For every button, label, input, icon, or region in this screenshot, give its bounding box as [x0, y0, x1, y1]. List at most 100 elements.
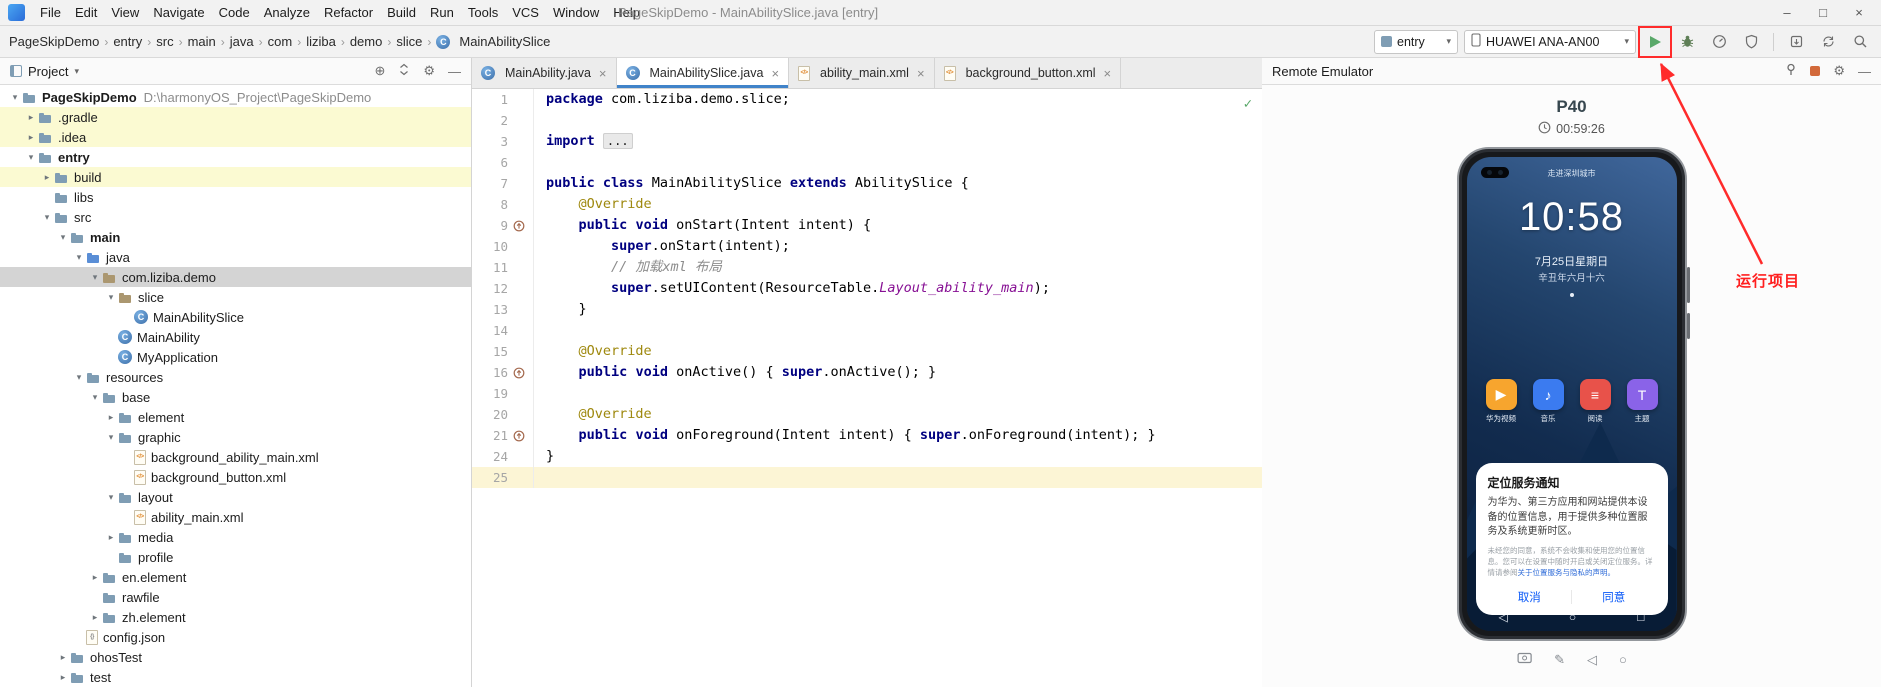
capture-icon[interactable]: [1516, 651, 1532, 668]
code-line[interactable]: 7 public class MainAbilitySlice extends A…: [472, 173, 1262, 194]
inspection-ok-icon[interactable]: ✓: [1244, 94, 1252, 115]
tree-item-pageskipdemo[interactable]: ▾ PageSkipDemo D:\harmonyOS_Project\PageSk…: [0, 87, 471, 107]
chevron-right-icon[interactable]: ▸: [88, 572, 102, 583]
breadcrumb-item-slice[interactable]: slice: [393, 34, 425, 49]
close-icon[interactable]: ×: [1841, 0, 1877, 25]
code-line[interactable]: 16 public void onActive() { super.onActi…: [472, 362, 1262, 383]
tree-item-profile[interactable]: profile: [0, 547, 471, 567]
tree-item-test[interactable]: ▸ test: [0, 667, 471, 687]
code-line[interactable]: 25: [472, 467, 1262, 488]
chevron-down-icon[interactable]: ▾: [104, 292, 118, 303]
tree-item-layout[interactable]: ▾ layout: [0, 487, 471, 507]
tree-item-idea[interactable]: ▸ .idea: [0, 127, 471, 147]
profiler-button[interactable]: [1706, 30, 1732, 54]
chevron-down-icon[interactable]: ▾: [72, 372, 86, 383]
run-button[interactable]: [1638, 25, 1672, 58]
pin-icon[interactable]: [1785, 63, 1797, 79]
run-config-select[interactable]: entry ▾: [1374, 29, 1458, 54]
chevron-right-icon[interactable]: ▸: [104, 532, 118, 543]
breadcrumb-item-com[interactable]: com: [265, 34, 296, 49]
tree-item-background-button-xml[interactable]: background_button.xml: [0, 467, 471, 487]
override-marker-icon[interactable]: [508, 220, 530, 232]
settings-gear-icon[interactable]: ⚙: [1833, 63, 1845, 79]
menu-item-run[interactable]: Run: [423, 0, 461, 25]
search-icon[interactable]: [1847, 30, 1873, 54]
collapse-all-icon[interactable]: [398, 63, 410, 79]
menu-item-analyze[interactable]: Analyze: [257, 0, 317, 25]
menu-item-vcs[interactable]: VCS: [505, 0, 546, 25]
code-line[interactable]: 21 public void onForeground(Intent inten…: [472, 425, 1262, 446]
menu-item-refactor[interactable]: Refactor: [317, 0, 380, 25]
code-line[interactable]: 13 }: [472, 299, 1262, 320]
breadcrumb-item-main[interactable]: main: [185, 34, 219, 49]
privacy-statement-link[interactable]: 关于位置服务与隐私的声明。: [1518, 568, 1616, 577]
minimize-icon[interactable]: –: [1769, 0, 1805, 25]
breadcrumb-item-entry[interactable]: entry: [110, 34, 145, 49]
override-marker-icon[interactable]: [508, 367, 530, 379]
settings-gear-icon[interactable]: ⚙: [423, 63, 435, 79]
device-select[interactable]: HUAWEI ANA-AN00 ▾: [1464, 29, 1636, 54]
chevron-down-icon[interactable]: ▾: [8, 92, 22, 103]
close-icon[interactable]: ×: [1104, 66, 1112, 81]
code-line[interactable]: 11 // 加载xml 布局: [472, 257, 1262, 278]
breadcrumb-item-mainabilityslice[interactable]: MainAbilitySlice: [433, 34, 553, 49]
breadcrumb-item-pageskipdemo[interactable]: PageSkipDemo: [6, 34, 102, 49]
debug-button[interactable]: [1674, 30, 1700, 54]
menu-item-window[interactable]: Window: [546, 0, 606, 25]
tree-item-zh-element[interactable]: ▸ zh.element: [0, 607, 471, 627]
app-icon[interactable]: ▶: [1485, 379, 1517, 410]
chevron-right-icon[interactable]: ▸: [104, 412, 118, 423]
tree-item-main[interactable]: ▾ main: [0, 227, 471, 247]
chevron-down-icon[interactable]: ▾: [88, 272, 102, 283]
code-editor[interactable]: 1 package com.liziba.demo.slice; 2 3 import …: [472, 89, 1262, 687]
menu-item-tools[interactable]: Tools: [461, 0, 505, 25]
locate-icon[interactable]: ⊕: [374, 63, 385, 79]
code-line[interactable]: 24}: [472, 446, 1262, 467]
tab-ability-main-xml[interactable]: ability_main.xml ×: [789, 58, 935, 88]
tab-mainability-java[interactable]: MainAbility.java ×: [472, 58, 617, 88]
close-icon[interactable]: ×: [771, 66, 779, 81]
maximize-icon[interactable]: □: [1805, 0, 1841, 25]
code-line[interactable]: 20 @Override: [472, 404, 1262, 425]
tab-mainabilityslice-java[interactable]: MainAbilitySlice.java ×: [616, 58, 790, 88]
cancel-button[interactable]: 取消: [1488, 589, 1572, 605]
tree-item-mainability[interactable]: MainAbility: [0, 327, 471, 347]
breadcrumb-item-src[interactable]: src: [153, 34, 176, 49]
breadcrumb-item-demo[interactable]: demo: [347, 34, 386, 49]
hide-panel-icon[interactable]: —: [1858, 64, 1871, 79]
code-line[interactable]: 6: [472, 152, 1262, 173]
tree-item-en-element[interactable]: ▸ en.element: [0, 567, 471, 587]
tree-item-com-liziba-demo[interactable]: ▾ com.liziba.demo: [0, 267, 471, 287]
tree-item-background-ability-main-xml[interactable]: background_ability_main.xml: [0, 447, 471, 467]
home-control-icon[interactable]: ○: [1619, 652, 1627, 667]
app-icon[interactable]: T: [1626, 379, 1658, 410]
phone-app-[interactable]: ♪ 音乐: [1532, 379, 1564, 424]
chevron-down-icon[interactable]: ▾: [104, 492, 118, 503]
code-line[interactable]: 10 super.onStart(intent);: [472, 236, 1262, 257]
hide-panel-icon[interactable]: —: [448, 64, 461, 79]
tree-item-rawfile[interactable]: rawfile: [0, 587, 471, 607]
phone-app-[interactable]: ≡ 阅读: [1579, 379, 1611, 424]
breadcrumb-item-liziba[interactable]: liziba: [303, 34, 339, 49]
phone-app-[interactable]: T 主题: [1626, 379, 1658, 424]
chevron-down-icon[interactable]: ▾: [24, 152, 38, 163]
tree-item-src[interactable]: ▾ src: [0, 207, 471, 227]
tree-item-ohostest[interactable]: ▸ ohosTest: [0, 647, 471, 667]
tree-item-entry[interactable]: ▾ entry: [0, 147, 471, 167]
chevron-right-icon[interactable]: ▸: [56, 672, 70, 683]
menu-item-build[interactable]: Build: [380, 0, 423, 25]
chevron-right-icon[interactable]: ▸: [56, 652, 70, 663]
chevron-right-icon[interactable]: ▸: [24, 132, 38, 143]
tree-item-build[interactable]: ▸ build: [0, 167, 471, 187]
menu-item-navigate[interactable]: Navigate: [146, 0, 211, 25]
override-marker-icon[interactable]: [508, 430, 530, 442]
code-line[interactable]: 12 super.setUIContent(ResourceTable.Layo…: [472, 278, 1262, 299]
tree-item-element[interactable]: ▸ element: [0, 407, 471, 427]
code-line[interactable]: 2: [472, 110, 1262, 131]
code-line[interactable]: 8 @Override: [472, 194, 1262, 215]
tab-background-button-xml[interactable]: background_button.xml ×: [934, 58, 1122, 88]
pen-icon[interactable]: ✎: [1554, 652, 1565, 668]
phone-screen[interactable]: 走进深圳城市 10:58 7月25日星期日 辛丑年六月十六 ▶ 华为视频 ♪ 音乐 ≡ 阅…: [1466, 157, 1677, 631]
tree-item-graphic[interactable]: ▾ graphic: [0, 427, 471, 447]
sync-button[interactable]: [1815, 30, 1841, 54]
